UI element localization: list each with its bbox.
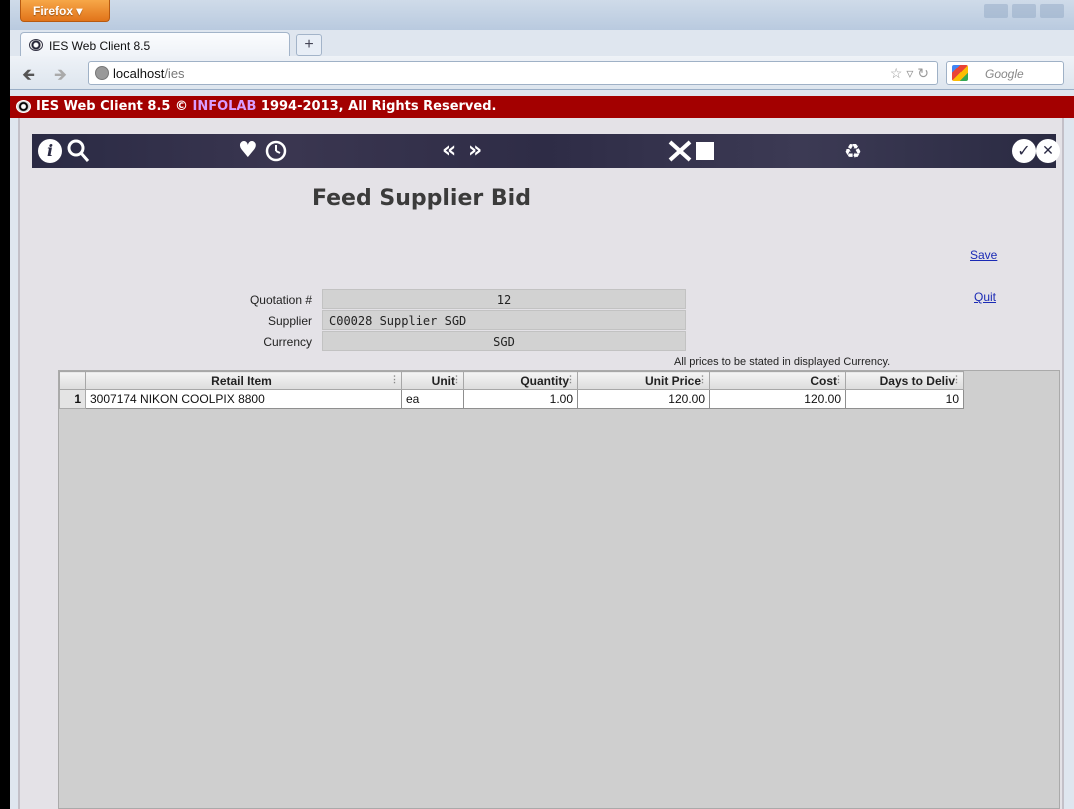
recycle-icon[interactable]: ♻ — [844, 138, 862, 164]
cell-unit[interactable]: ea — [401, 389, 464, 409]
column-label: Unit Price — [644, 373, 701, 388]
eye-logo-icon — [29, 39, 43, 51]
search-placeholder: Google — [985, 67, 1024, 81]
app-header-suffix: 1994-2013, All Rights Reserved. — [256, 99, 497, 114]
quotation-value: 12 — [322, 289, 686, 309]
new-tab-button[interactable]: + — [296, 34, 322, 56]
bid-table: Retail Item ⋮ Unit ⋮ Quantity ⋮ Unit Price ⋮… — [59, 371, 964, 409]
browser-window: Firefox ▾ IES Web Client 8.5 + 🡸 🡺 local… — [10, 0, 1074, 809]
column-label: Retail Item — [211, 373, 272, 388]
cell-days-to-deliv[interactable]: 10 — [845, 389, 964, 409]
currency-note: All prices to be stated in displayed Cur… — [674, 356, 891, 368]
globe-icon — [95, 66, 109, 80]
app-header: IES Web Client 8.5 © INFOLAB 1994-2013, … — [10, 96, 1074, 118]
clock-icon[interactable] — [264, 138, 288, 171]
firefox-menu-button[interactable]: Firefox ▾ — [20, 0, 110, 22]
row-number: 1 — [59, 389, 86, 409]
check-icon[interactable]: ✓ — [1012, 139, 1036, 163]
supplier-label: Supplier — [267, 314, 312, 328]
currency-value: SGD — [322, 331, 686, 351]
resize-grip-icon[interactable]: ⋮ — [452, 374, 461, 385]
bookmark-star-icon[interactable]: ☆ ▿ ↻ — [890, 65, 929, 82]
app-content: i ♥ « » ♻ ✓ ✕ Feed Supplier Bid Save Qui… — [18, 118, 1064, 809]
column-header-unit[interactable]: Unit ⋮ — [401, 371, 464, 390]
maximize-button[interactable] — [1012, 4, 1036, 18]
google-icon — [952, 65, 968, 81]
resize-grip-icon[interactable]: ⋮ — [390, 374, 399, 385]
row-number-header — [59, 371, 86, 390]
next-icon[interactable]: » — [468, 138, 482, 164]
url-bar[interactable]: localhost/ies ☆ ▿ ↻ — [88, 61, 938, 85]
url-host: localhost — [113, 66, 165, 81]
title-bar: Firefox ▾ — [10, 0, 1074, 30]
app-header-prefix: IES Web Client 8.5 © — [36, 99, 193, 114]
cell-quantity[interactable]: 1.00 — [463, 389, 578, 409]
heart-icon[interactable]: ♥ — [238, 138, 258, 164]
column-header-quantity[interactable]: Quantity ⋮ — [463, 371, 578, 390]
column-header-retail-item[interactable]: Retail Item ⋮ — [85, 371, 402, 390]
currency-label: Currency — [263, 335, 312, 349]
resize-grip-icon[interactable]: ⋮ — [834, 374, 843, 385]
back-arrow-icon[interactable]: 🡸 — [22, 64, 35, 91]
resize-grip-icon[interactable]: ⋮ — [952, 374, 961, 385]
column-header-cost[interactable]: Cost ⋮ — [709, 371, 846, 390]
app-header-brand: INFOLAB — [192, 99, 257, 114]
browser-tab[interactable]: IES Web Client 8.5 — [20, 32, 290, 58]
minimize-button[interactable] — [984, 4, 1008, 18]
cell-cost[interactable]: 120.00 — [709, 389, 846, 409]
column-label: Quantity — [520, 373, 569, 388]
info-icon[interactable]: i — [38, 139, 62, 163]
search-input[interactable]: Google — [946, 61, 1064, 85]
stop-icon[interactable] — [696, 142, 714, 160]
forward-arrow-icon[interactable]: 🡺 — [54, 64, 67, 91]
column-label: Days to Deliv — [879, 373, 955, 388]
toolbar: i ♥ « » ♻ ✓ ✕ — [32, 134, 1060, 171]
url-path: /ies — [164, 66, 185, 81]
cell-unit-price[interactable]: 120.00 — [577, 389, 710, 409]
table-header-row: Retail Item ⋮ Unit ⋮ Quantity ⋮ Unit Price ⋮… — [59, 371, 964, 390]
quotation-label: Quotation # — [249, 293, 312, 307]
eye-logo-icon — [16, 100, 31, 113]
page-title: Feed Supplier Bid — [312, 186, 531, 211]
window-controls — [984, 4, 1064, 22]
cell-retail-item[interactable]: 3007174 NIKON COOLPIX 8800 — [85, 389, 402, 409]
column-header-days-to-deliv[interactable]: Days to Deliv ⋮ — [845, 371, 964, 390]
column-label: Cost — [810, 373, 837, 388]
bid-grid: Retail Item ⋮ Unit ⋮ Quantity ⋮ Unit Price ⋮… — [58, 370, 1060, 809]
save-link[interactable]: Save — [970, 248, 997, 262]
search-icon[interactable] — [66, 138, 90, 171]
supplier-value: C00028 Supplier SGD — [322, 310, 686, 330]
previous-icon[interactable]: « — [442, 138, 456, 164]
table-row[interactable]: 1 3007174 NIKON COOLPIX 8800 ea 1.00 120… — [59, 389, 964, 409]
column-header-unit-price[interactable]: Unit Price ⋮ — [577, 371, 710, 390]
screen: Firefox ▾ IES Web Client 8.5 + 🡸 🡺 local… — [0, 0, 1074, 809]
quit-link[interactable]: Quit — [974, 290, 996, 304]
resize-grip-icon[interactable]: ⋮ — [698, 374, 707, 385]
tools-icon[interactable] — [666, 138, 694, 171]
window-close-button[interactable] — [1040, 4, 1064, 18]
tab-title: IES Web Client 8.5 — [49, 39, 151, 53]
navigation-bar: 🡸 🡺 localhost/ies ☆ ▿ ↻ Google — [10, 56, 1074, 90]
tab-strip: IES Web Client 8.5 + — [10, 30, 1074, 78]
resize-grip-icon[interactable]: ⋮ — [566, 374, 575, 385]
close-icon[interactable]: ✕ — [1036, 139, 1060, 163]
